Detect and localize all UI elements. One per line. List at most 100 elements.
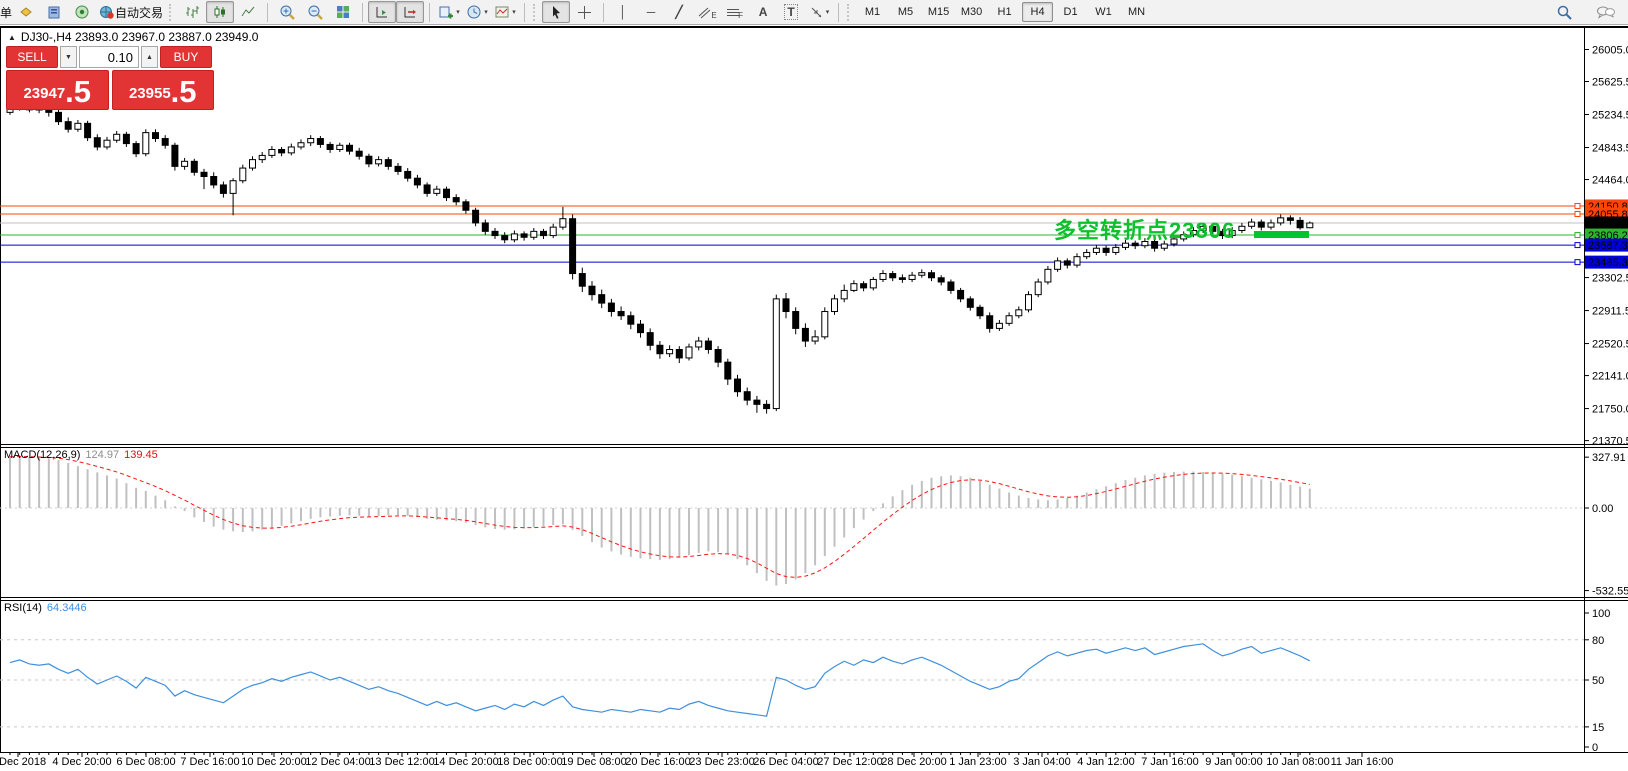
date-axis-label: 10 Dec 20:00 (241, 756, 306, 768)
timeframes-button[interactable]: ▾ (463, 1, 491, 23)
pane-separator[interactable] (0, 597, 1628, 598)
tf-m30-button[interactable]: M30 (956, 2, 987, 22)
price-axis-tick-label: 21750.0 (1592, 404, 1628, 416)
level-line-handle[interactable] (1575, 233, 1580, 238)
candle-body (832, 299, 838, 312)
candle-body (1258, 222, 1264, 227)
zoom-in-button[interactable] (273, 1, 301, 23)
candle-chart-button[interactable] (206, 1, 234, 23)
candle-body (589, 286, 595, 294)
candle-body (153, 133, 159, 139)
candle-body (773, 299, 779, 409)
volume-input[interactable] (79, 46, 139, 68)
candle-body (250, 160, 256, 168)
date-axis-label: 7 Dec 16:00 (180, 756, 239, 768)
order-text[interactable]: 单 (0, 4, 12, 21)
autotrading-button[interactable]: 自动交易 (96, 1, 166, 23)
tf-m15-button[interactable]: M15 (923, 2, 954, 22)
price-axis-tick-label: 26005.0 (1592, 45, 1628, 57)
fibonacci-button[interactable]: F (721, 1, 749, 23)
date-axis-label: 7 Jan 16:00 (1141, 756, 1199, 768)
chart-shift-button[interactable] (396, 1, 424, 23)
tf-h4-button[interactable]: H4 (1022, 2, 1053, 22)
templates-button[interactable]: ▾ (491, 1, 519, 23)
chevron-down-icon[interactable]: ▾ (512, 8, 516, 16)
line-chart-button[interactable] (234, 1, 262, 23)
signals-button[interactable] (68, 1, 96, 23)
bar-chart-button[interactable] (178, 1, 206, 23)
shapes-button[interactable]: ▾ (805, 1, 833, 23)
horizontal-line-button[interactable]: ─ (637, 1, 665, 23)
search-button[interactable] (1550, 1, 1578, 23)
price-axis-tick-label: 25234.5 (1592, 110, 1628, 122)
sell-price-fraction: .5 (65, 76, 91, 107)
channel-button[interactable]: E (693, 1, 721, 23)
pane-separator[interactable] (0, 444, 1628, 445)
pane-separator[interactable] (0, 600, 1628, 601)
rsi-axis-tick-label: 100 (1592, 608, 1610, 620)
tf-m5-button[interactable]: M5 (890, 2, 921, 22)
channel-icon (697, 5, 712, 20)
tf-mn-button[interactable]: MN (1121, 2, 1152, 22)
tf-d1-button[interactable]: D1 (1055, 2, 1086, 22)
auto-scroll-button[interactable] (368, 1, 396, 23)
candle-body (473, 210, 479, 223)
crosshair-button[interactable] (570, 1, 598, 23)
metaeditor-button[interactable] (40, 1, 68, 23)
chart-canvas[interactable]: 26005.025625.525234.524843.524464.023302… (0, 0, 1628, 771)
candle-body (531, 231, 537, 237)
buy-price-fraction: .5 (171, 76, 197, 107)
zoom-out-button[interactable] (301, 1, 329, 23)
buy-button[interactable]: BUY (160, 46, 212, 68)
volume-up-button[interactable]: ▲ (141, 46, 158, 68)
cursor-button[interactable] (542, 1, 570, 23)
new-order-button[interactable] (12, 1, 40, 23)
trendline-button[interactable]: ╱ (665, 1, 693, 23)
zoom-out-icon (307, 4, 324, 21)
level-line-handle[interactable] (1575, 260, 1580, 265)
level-line-handle[interactable] (1575, 211, 1580, 216)
sell-price-tile[interactable]: 23947.5 (6, 70, 109, 110)
candle-body (279, 150, 285, 153)
tf-m1-button[interactable]: M1 (857, 2, 888, 22)
buy-price-tile[interactable]: 23955.5 (112, 70, 215, 110)
annotation-highlight-bar[interactable] (1254, 231, 1309, 238)
date-axis-label: 19 Dec 08:00 (561, 756, 626, 768)
vertical-line-icon: │ (619, 5, 627, 19)
chevron-down-icon[interactable]: ▾ (826, 8, 830, 16)
volume-down-button[interactable]: ▼ (60, 46, 77, 68)
candle-body (841, 290, 847, 298)
collapse-panel-icon[interactable]: ▲ (8, 33, 16, 42)
date-axis-label: 27 Dec 12:00 (817, 756, 882, 768)
candle-body (802, 328, 808, 341)
price-level-label: 23485.3 (1588, 257, 1628, 269)
tf-h1-button[interactable]: H1 (989, 2, 1020, 22)
date-axis-label: 12 Dec 04:00 (305, 756, 370, 768)
candle-body (298, 143, 304, 147)
level-line-handle[interactable] (1575, 203, 1580, 208)
candle-body (1055, 261, 1061, 269)
tf-w1-button[interactable]: W1 (1088, 2, 1119, 22)
level-line-handle[interactable] (1575, 243, 1580, 248)
auto-scroll-icon (374, 4, 390, 20)
pivot-annotation-text[interactable]: 多空转折点23806 (1054, 213, 1235, 245)
price-level-label: 23949.0 (1588, 218, 1628, 230)
metaeditor-icon (46, 4, 62, 20)
candle-body (65, 122, 71, 130)
text-tool-button[interactable]: A (749, 1, 777, 23)
candle-body (541, 231, 547, 235)
pane-separator[interactable] (0, 447, 1628, 448)
autotrading-label: 自动交易 (115, 4, 163, 21)
chat-button[interactable] (1592, 1, 1620, 23)
chevron-down-icon[interactable]: ▾ (484, 8, 488, 16)
date-axis-label: 3 Dec 2018 (0, 756, 46, 768)
candle-body (94, 138, 100, 147)
new-chart-button[interactable]: ▾ (435, 1, 463, 23)
sell-button[interactable]: SELL (6, 46, 58, 68)
chevron-down-icon[interactable]: ▾ (456, 8, 460, 16)
candle-body (463, 202, 469, 210)
vertical-line-button[interactable]: │ (609, 1, 637, 23)
tile-windows-button[interactable] (329, 1, 357, 23)
macd-indicator-label: MACD(12,26,9)124.97139.45 (4, 449, 158, 461)
label-tool-button[interactable]: T (777, 1, 805, 23)
